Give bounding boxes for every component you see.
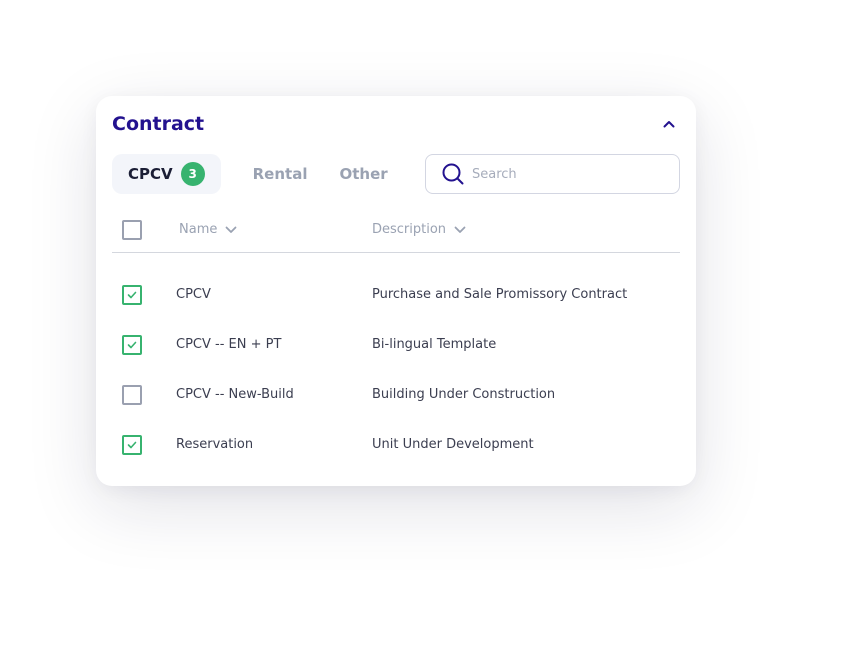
cell-name: CPCV -- New-Build	[176, 387, 294, 402]
table-header: Name Description	[112, 210, 680, 253]
row-checkbox[interactable]	[122, 335, 142, 355]
contract-panel: Contract CPCV 3 Rental Other Name	[96, 96, 696, 486]
search-box	[425, 154, 680, 194]
column-label: Name	[179, 222, 218, 237]
tab-cpcv[interactable]: CPCV 3	[112, 154, 221, 194]
select-all-checkbox[interactable]	[122, 220, 142, 240]
chevron-up-icon	[663, 121, 675, 128]
cell-description: Building Under Construction	[372, 387, 556, 402]
column-label: Description	[372, 222, 447, 237]
tab-count-badge: 3	[180, 162, 205, 186]
tab-other[interactable]: Other	[339, 154, 387, 194]
column-header-description[interactable]: Description	[372, 222, 466, 237]
table-row[interactable]: CPCV -- EN + PT Bi-lingual Template	[112, 320, 680, 370]
check-icon	[127, 441, 137, 449]
table-body: CPCV Purchase and Sale Promissory Contra…	[112, 270, 680, 470]
check-icon	[127, 291, 137, 299]
search-icon	[442, 163, 464, 185]
tab-label: CPCV	[128, 165, 173, 183]
row-checkbox[interactable]	[122, 385, 142, 405]
tab-label: Rental	[252, 165, 308, 183]
row-checkbox[interactable]	[122, 285, 142, 305]
column-header-name[interactable]: Name	[179, 222, 237, 237]
table-row[interactable]: CPCV Purchase and Sale Promissory Contra…	[112, 270, 680, 320]
search-input[interactable]	[472, 166, 662, 182]
cell-name: CPCV -- EN + PT	[176, 337, 282, 352]
check-icon	[127, 341, 137, 349]
cell-name: CPCV	[176, 287, 211, 302]
table-row[interactable]: CPCV -- New-Build Building Under Constru…	[112, 370, 680, 420]
tab-rental[interactable]: Rental	[253, 154, 308, 194]
cell-description: Unit Under Development	[372, 437, 534, 452]
cell-description: Purchase and Sale Promissory Contract	[372, 287, 628, 302]
row-checkbox[interactable]	[122, 435, 142, 455]
cell-description: Bi-lingual Template	[372, 337, 497, 352]
chevron-down-icon	[225, 226, 237, 233]
collapse-button[interactable]	[659, 116, 679, 132]
table-row[interactable]: Reservation Unit Under Development	[112, 420, 680, 470]
cell-name: Reservation	[176, 437, 254, 452]
chevron-down-icon	[454, 226, 466, 233]
tab-bar: CPCV 3 Rental Other	[112, 154, 388, 194]
panel-title: Contract	[112, 113, 205, 135]
tab-label: Other	[339, 165, 388, 183]
